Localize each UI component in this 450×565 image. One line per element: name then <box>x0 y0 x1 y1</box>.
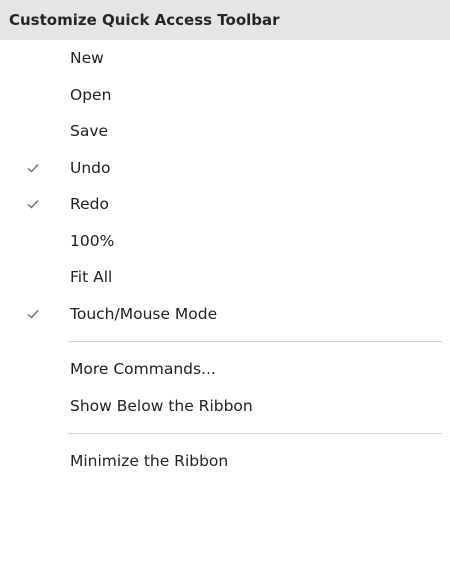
menu-item-label: Touch/Mouse Mode <box>70 304 218 323</box>
check-slot <box>0 77 70 114</box>
check-slot <box>0 259 70 296</box>
check-icon <box>27 200 39 209</box>
check-slot <box>0 150 70 187</box>
check-slot <box>0 443 70 480</box>
menu-item-label: New <box>70 49 104 68</box>
menu-item-redo[interactable]: Redo <box>0 186 450 223</box>
check-slot <box>0 351 70 388</box>
minimize-ribbon-item[interactable]: Minimize the Ribbon <box>0 443 450 480</box>
more-commands-item[interactable]: More Commands... <box>0 351 450 388</box>
menu-item-label: Redo <box>70 195 109 214</box>
check-slot <box>0 40 70 77</box>
menu-item-label: More Commands... <box>70 360 216 379</box>
menu-item-fit-all[interactable]: Fit All <box>0 259 450 296</box>
menu-separator <box>68 341 442 342</box>
menu-item-open[interactable]: Open <box>0 77 450 114</box>
menu-item-new[interactable]: New <box>0 40 450 77</box>
menu-item-label: Open <box>70 85 112 104</box>
menu-item-label: Minimize the Ribbon <box>70 452 229 471</box>
check-slot <box>0 223 70 260</box>
check-slot <box>0 388 70 425</box>
check-slot <box>0 113 70 150</box>
menu-item-label: Save <box>70 122 109 141</box>
menu-item-label: Show Below the Ribbon <box>70 396 253 415</box>
check-icon <box>27 309 39 319</box>
menu-item-label: Undo <box>70 158 111 177</box>
check-slot <box>0 296 70 333</box>
show-below-ribbon-item[interactable]: Show Below the Ribbon <box>0 388 450 425</box>
menu-item-undo[interactable]: Undo <box>0 150 450 187</box>
menu-items: New Open Save Undo Redo 100% Fit All Tou… <box>0 40 450 480</box>
customize-qat-menu: Customize Quick Access Toolbar New Open … <box>0 0 450 565</box>
check-slot <box>0 186 70 223</box>
check-icon <box>27 163 39 173</box>
menu-item-save[interactable]: Save <box>0 113 450 150</box>
menu-item-touch-mouse-mode[interactable]: Touch/Mouse Mode <box>0 296 450 333</box>
menu-item-zoom-100[interactable]: 100% <box>0 223 450 260</box>
menu-title: Customize Quick Access Toolbar <box>0 0 450 40</box>
menu-item-label: Fit All <box>70 268 113 287</box>
menu-item-label: 100% <box>70 231 115 250</box>
menu-separator <box>68 433 442 434</box>
